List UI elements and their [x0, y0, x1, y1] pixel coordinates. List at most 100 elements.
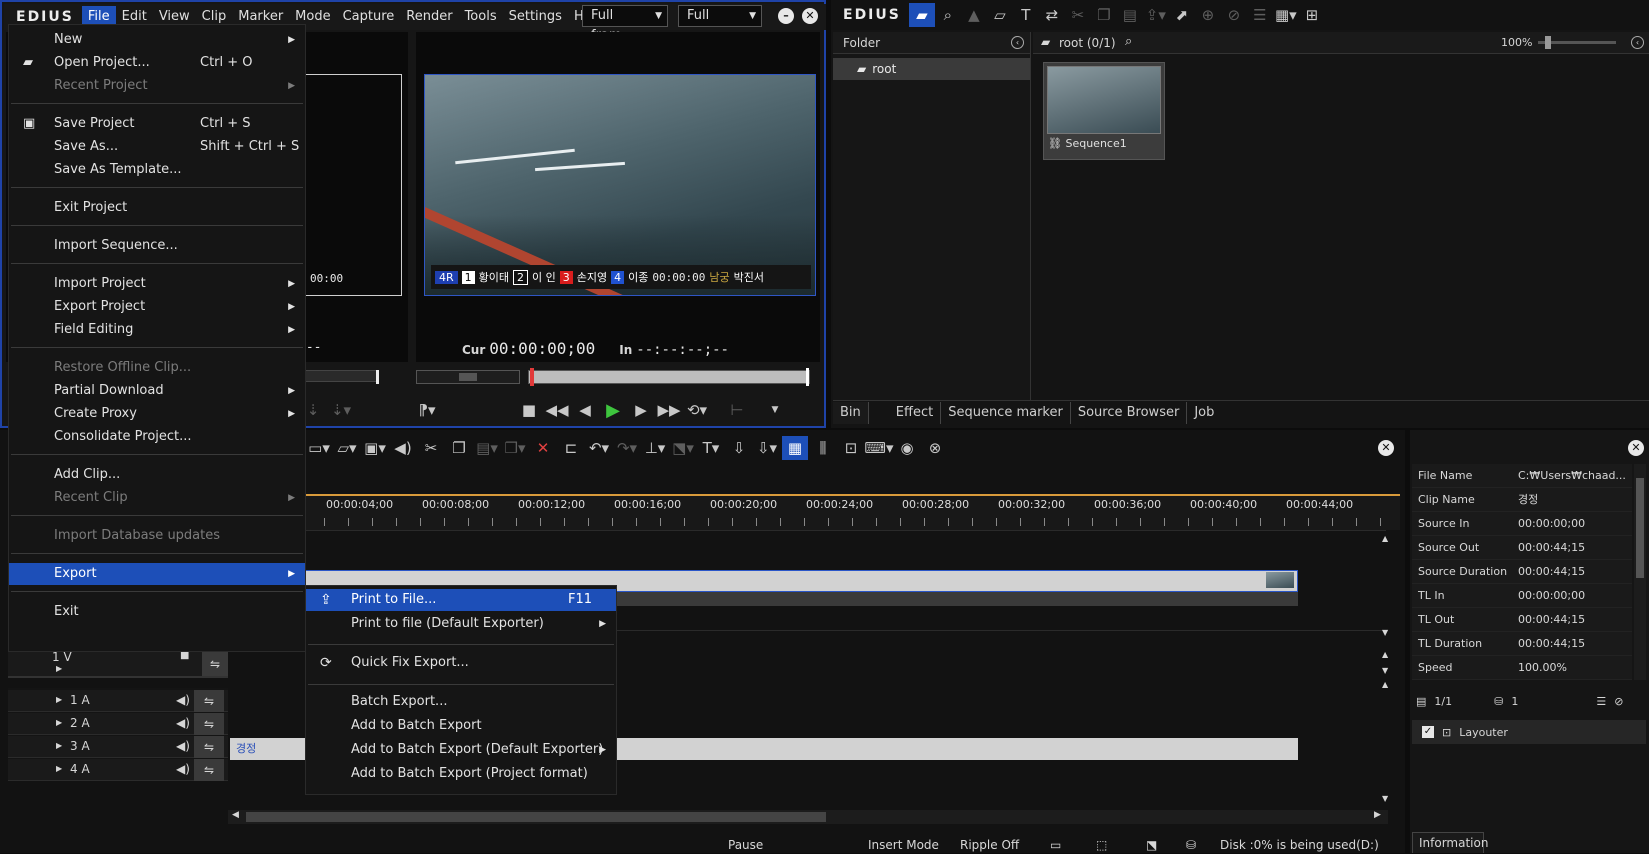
record-scrub-bar[interactable] — [528, 370, 810, 384]
close-icon[interactable]: ✕ — [802, 8, 818, 24]
zoom-slider-handle[interactable] — [1545, 36, 1551, 49]
insert-icon[interactable]: ⇣▾ — [328, 398, 354, 422]
filter-icon[interactable]: ⛁ — [1494, 695, 1503, 708]
menu-settings[interactable]: Settings — [503, 6, 568, 28]
clip-thumbnail[interactable]: ⛓ Sequence1 — [1043, 62, 1165, 160]
track-header-1a[interactable]: ▶ 1 A ◀) ⇋ — [8, 690, 228, 712]
toolbox-icon[interactable]: ⊞ — [1299, 3, 1325, 27]
track-header-1v[interactable]: 1 V ▶ ■ ⇋ — [8, 650, 228, 678]
snap-icon[interactable]: ⬔ — [1146, 838, 1157, 852]
track-header-2a[interactable]: ▶ 2 A ◀) ⇋ — [8, 713, 228, 735]
delete-icon[interactable]: ⊘ — [1221, 3, 1247, 27]
menu-item-field-editing[interactable]: Field Editing ▶ — [9, 319, 305, 341]
scroll-down-icon[interactable]: ▼ — [1382, 666, 1388, 675]
close-icon[interactable]: ✕ — [1378, 440, 1394, 456]
layouter-icon[interactable]: ⊡ — [838, 436, 864, 460]
loop-icon[interactable]: ⟲▾ — [684, 398, 710, 422]
menu-item-exit[interactable]: Exit — [9, 601, 305, 623]
safe-area-icon[interactable]: ⬚ — [1096, 838, 1107, 852]
add-edit-icon[interactable]: ⊏ — [558, 436, 584, 460]
expand-icon[interactable]: ▶ — [56, 718, 62, 727]
scroll-up-icon[interactable]: ▲ — [1382, 650, 1388, 659]
track-header-4a[interactable]: ▶ 4 A ◀) ⇋ — [8, 759, 228, 781]
scroll-right-icon[interactable]: ▶ — [1374, 810, 1381, 820]
camera-icon[interactable]: ◉ — [894, 436, 920, 460]
status-ripple[interactable]: Ripple Off — [960, 838, 1019, 852]
menu-item-import-project[interactable]: Import Project ▶ — [9, 273, 305, 295]
scroll-up-icon[interactable]: ▲ — [1382, 680, 1388, 689]
menu-item-export[interactable]: Export ▶ — [9, 563, 305, 585]
menu-item-restore-offline-clip[interactable]: Restore Offline Clip... — [9, 357, 305, 379]
menu-item-print-to-file[interactable]: ⇪ Print to File... F11 — [306, 589, 616, 611]
close-icon[interactable]: ✕ — [1628, 440, 1644, 456]
frame-size-select[interactable]: Full fram...▼ — [582, 5, 668, 43]
menu-item-quick-fix-export[interactable]: ⟳ Quick Fix Export... — [306, 652, 616, 674]
sync-lock-icon[interactable]: ▭ — [1050, 838, 1061, 852]
copy-icon[interactable]: ❐ — [446, 436, 472, 460]
scroll-up-icon[interactable]: ▲ — [1382, 534, 1388, 543]
collapse-icon[interactable]: ‹ — [1011, 36, 1024, 49]
menu-item-add-to-batch-export[interactable]: Add to Batch Export — [306, 715, 616, 737]
step-back-icon[interactable]: ◀ — [572, 398, 598, 422]
menu-capture[interactable]: Capture — [337, 6, 401, 28]
menu-item-save-as-template[interactable]: Save As Template... — [9, 159, 305, 181]
status-insert-mode[interactable]: Insert Mode — [868, 838, 939, 852]
tab-information[interactable]: Information — [1412, 832, 1488, 853]
tab-effect[interactable]: Effect — [889, 401, 942, 424]
speaker-icon[interactable]: ◀) — [176, 762, 190, 776]
replace-icon[interactable]: ⇄ — [1039, 3, 1065, 27]
menu-item-batch-export[interactable]: Batch Export... — [306, 691, 616, 713]
timeline-scrollbar[interactable]: ◀ ▶ — [228, 810, 1388, 824]
list-icon[interactable]: ☰ — [1247, 3, 1273, 27]
add-title-icon[interactable]: T — [1013, 3, 1039, 27]
track-header-3a[interactable]: ▶ 3 A ◀) ⇋ — [8, 736, 228, 758]
menu-item-open-project[interactable]: ▰ Open Project... Ctrl + O — [9, 52, 305, 74]
menu-tools[interactable]: Tools — [459, 6, 503, 28]
speaker-icon[interactable]: ◀) — [176, 716, 190, 730]
open-folder-icon[interactable]: ▱ — [987, 3, 1013, 27]
add-to-timeline-icon[interactable]: ⊕ — [1195, 3, 1221, 27]
open-project-icon[interactable]: ▱▾ — [334, 436, 360, 460]
expand-icon[interactable]: ▶ — [56, 764, 62, 773]
menu-item-export-project[interactable]: Export Project ▶ — [9, 296, 305, 318]
speaker-icon[interactable]: ◀) — [176, 739, 190, 753]
show-in-player-icon[interactable]: ⬈ — [1169, 3, 1195, 27]
menu-item-recent-clip[interactable]: Recent Clip ▶ — [9, 487, 305, 509]
folder-icon[interactable]: ▰ — [908, 3, 935, 27]
scrub-end-marker[interactable] — [806, 368, 809, 386]
replace-icon[interactable]: ❒▾ — [502, 436, 528, 460]
menu-item-new[interactable]: New ▶ — [9, 29, 305, 51]
marker-icon[interactable]: ⁋▾ — [414, 398, 440, 422]
rewind-icon[interactable]: ◀◀ — [544, 398, 570, 422]
minimize-icon[interactable]: – — [778, 8, 794, 24]
sync-icon[interactable]: ⇋ — [194, 759, 224, 781]
scroll-down-icon[interactable]: ▼ — [1382, 794, 1388, 803]
menu-item-create-proxy[interactable]: Create Proxy ▶ — [9, 403, 305, 425]
audio-mixer-icon[interactable]: ⫼ — [810, 436, 836, 460]
quality-select[interactable]: Full ▼ — [678, 5, 762, 27]
tab-source-browser[interactable]: Source Browser — [1071, 401, 1188, 424]
stop-icon[interactable]: ■ — [516, 398, 542, 422]
step-forward-icon[interactable]: ▶ — [628, 398, 654, 422]
render-menu-icon[interactable]: ⇩▾ — [754, 436, 780, 460]
menu-item-partial-download[interactable]: Partial Download ▶ — [9, 380, 305, 402]
effect-icon[interactable]: ⬔▾ — [670, 436, 696, 460]
info-scrollbar[interactable] — [1634, 464, 1646, 680]
redo-icon[interactable]: ↷▾ — [614, 436, 640, 460]
undo-icon[interactable]: ↶▾ — [586, 436, 612, 460]
copy-icon[interactable]: ❐ — [1091, 3, 1117, 27]
sync-icon[interactable]: ⇋ — [194, 690, 224, 712]
title-icon[interactable]: T▾ — [698, 436, 724, 460]
paste-icon[interactable]: ▤ — [1117, 3, 1143, 27]
source-scrub-bar[interactable] — [296, 370, 378, 382]
menu-item-add-to-batch-export-project[interactable]: Add to Batch Export (Project format) — [306, 763, 616, 785]
list-icon[interactable]: ☰ — [1596, 695, 1606, 708]
scroll-down-icon[interactable]: ▼ — [1382, 628, 1388, 637]
delete-icon[interactable]: ⊘ — [1614, 695, 1623, 708]
audio-icon[interactable]: ◀) — [390, 436, 416, 460]
menu-item-save-as[interactable]: Save As... Shift + Ctrl + S — [9, 136, 305, 158]
tab-sequence-marker[interactable]: Sequence marker — [941, 401, 1071, 424]
view-icon[interactable]: ▦▾ — [1273, 3, 1299, 27]
layer-item[interactable]: ✓ ⊡ Layouter — [1412, 720, 1646, 744]
track-scrollbar[interactable]: ▲ ▼ ▲ ▼ ▲ ▼ — [1380, 530, 1394, 810]
